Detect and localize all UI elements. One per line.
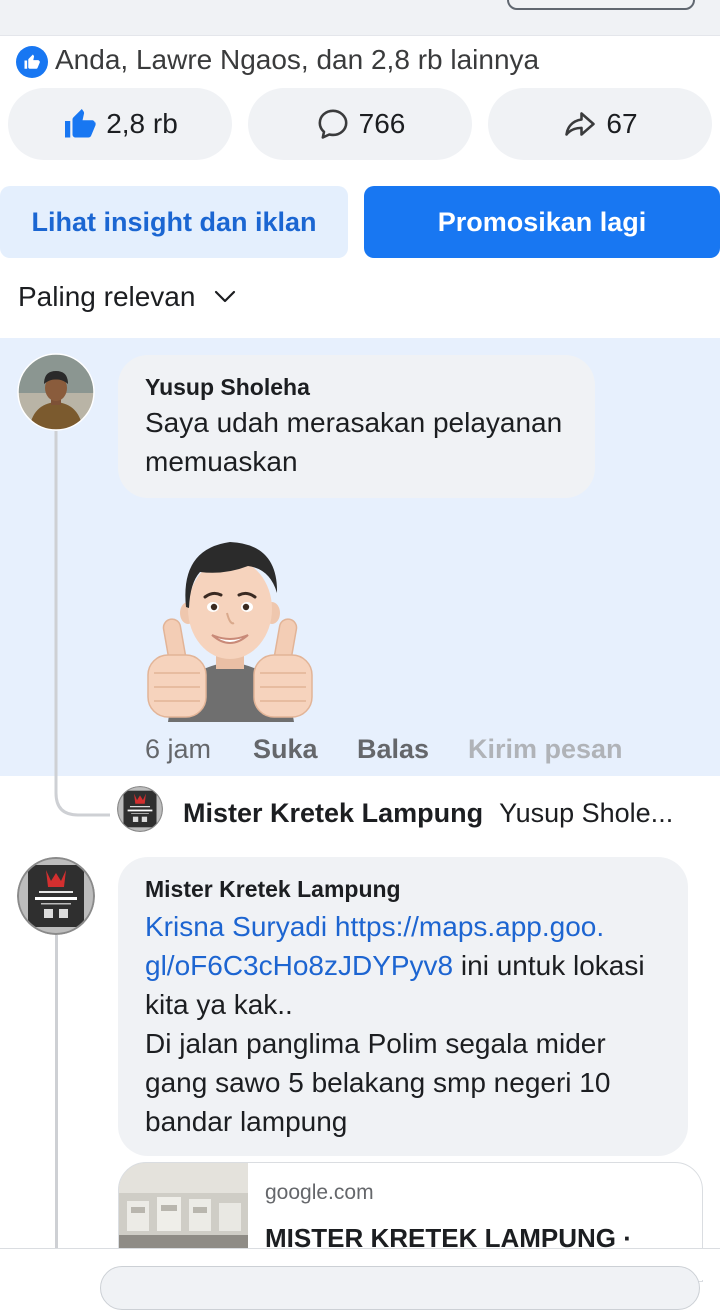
comment-icon	[318, 109, 348, 139]
comment-composer-bar	[0, 1248, 720, 1310]
share-icon	[565, 112, 596, 136]
comment-text-line: gang sawo 5 belakang smp negeri 10	[145, 1067, 611, 1098]
like-icon[interactable]	[16, 46, 48, 78]
comment-text-line: bandar lampung	[145, 1106, 348, 1137]
comment-text-line: Di jalan panglima Polim segala mider	[145, 1028, 606, 1059]
sort-dropdown[interactable]: Paling relevan	[18, 277, 195, 317]
reply-button[interactable]: Balas	[357, 729, 429, 769]
comment-bubble[interactable]: Yusup Sholeha Saya udah merasakan pelaya…	[118, 355, 595, 498]
avatar-mister-kretek[interactable]	[17, 857, 95, 935]
reaction-summary[interactable]: Anda, Lawre Ngaos, dan 2,8 rb lainnya	[55, 40, 539, 80]
top-partial-button[interactable]	[507, 0, 695, 10]
thumbs-up-sticker[interactable]	[130, 535, 330, 722]
like-count: 2,8 rb	[106, 108, 178, 139]
chevron-down-icon[interactable]	[213, 287, 237, 307]
share-count: 67	[606, 108, 638, 139]
comment-text-line: gl/oF6C3cHo8zJDYPyv8 ini untuk lokasi	[145, 946, 661, 985]
share-count-button[interactable]: 67	[488, 88, 712, 160]
comment-timestamp: 6 jam	[145, 734, 212, 764]
maps-link[interactable]: https://maps.app.goo.	[335, 911, 604, 942]
comment-input[interactable]	[100, 1266, 700, 1310]
comment-text-line: kita ya kak..	[145, 989, 293, 1020]
thumbs-up-icon	[65, 109, 96, 138]
reply-snippet: Yusup Shole...	[499, 798, 674, 828]
reply-preview[interactable]: Mister Kretek Lampung Yusup Shole...	[183, 793, 673, 833]
comment-bubble[interactable]: Mister Kretek Lampung Krisna Suryadi htt…	[118, 857, 688, 1156]
comment-author[interactable]: Mister Kretek Lampung	[145, 873, 661, 905]
reply-author: Mister Kretek Lampung	[183, 798, 484, 828]
comment-text-line: Saya udah merasakan pelayanan	[145, 407, 563, 438]
comment-author[interactable]: Yusup Sholeha	[145, 371, 568, 403]
like-count-button[interactable]: 2,8 rb	[8, 88, 232, 160]
comment-count-button[interactable]: 766	[248, 88, 472, 160]
comment-text-line: Krisna Suryadi https://maps.app.goo.	[145, 907, 661, 946]
mention-link[interactable]: Krisna Suryadi	[145, 911, 327, 942]
like-comment-button[interactable]: Suka	[253, 729, 318, 769]
promote-button[interactable]: Promosikan lagi	[364, 186, 720, 258]
comment-count: 766	[358, 108, 406, 139]
avatar-yusup[interactable]	[17, 353, 95, 431]
insights-button[interactable]: Lihat insight dan iklan	[0, 186, 348, 258]
comment-thread-line	[55, 935, 58, 1255]
link-preview-domain: google.com	[265, 1181, 374, 1204]
comment-text-line: memuaskan	[145, 446, 298, 477]
comment-text: ini untuk lokasi	[460, 950, 645, 981]
reply-thread-line	[54, 431, 110, 817]
send-message-button[interactable]: Kirim pesan	[468, 729, 623, 769]
top-strip	[0, 0, 720, 36]
avatar-mister-kretek-small[interactable]	[117, 786, 163, 832]
maps-link-continued[interactable]: gl/oF6C3cHo8zJDYPyv8	[145, 950, 453, 981]
